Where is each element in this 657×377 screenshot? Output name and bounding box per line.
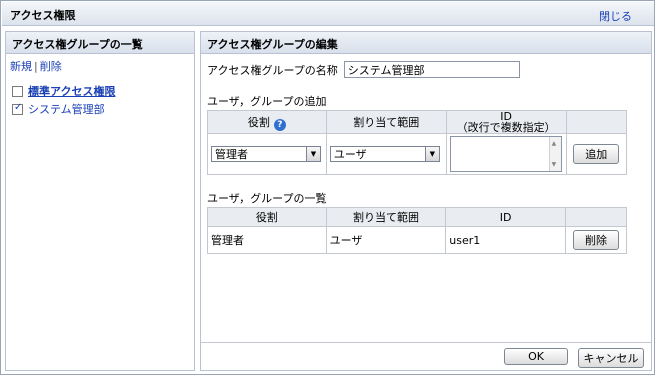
group-list: 標準アクセス権限 システム管理部 <box>6 78 194 122</box>
scroll-up-icon[interactable]: ▲ <box>552 140 557 147</box>
delete-row-button[interactable]: 削除 <box>573 230 619 250</box>
col-header-action <box>565 110 628 134</box>
list-col-header-id: ID <box>445 207 566 227</box>
role-cell: 管理者 ▼ <box>207 133 327 175</box>
add-section-label: ユーザ，グループの追加 <box>207 95 327 108</box>
id-textarea[interactable]: ▲ ▼ <box>449 136 562 172</box>
role-select[interactable]: 管理者 ▼ <box>211 146 321 162</box>
group-label[interactable]: システム管理部 <box>28 101 105 117</box>
scope-select-value: ユーザ <box>333 148 367 161</box>
col-id-note: （改行で複数指定） <box>456 121 556 134</box>
col-header-scope: 割り当て範囲 <box>325 110 447 134</box>
window-title: アクセス権限 <box>10 9 76 22</box>
row-id: user1 <box>445 226 566 254</box>
group-name-field: アクセス権グループの名称 <box>207 61 520 78</box>
user-list-table: 役割 割り当て範囲 ID 管理者 ユーザ user1 削除 <box>207 207 627 254</box>
group-list-actions: 新規 | 削除 <box>6 54 194 78</box>
close-link[interactable]: 閉じる <box>599 8 632 24</box>
link-separator: | <box>34 60 38 73</box>
group-list-pane: アクセス権グループの一覧 新規|削除 標準アクセス権限 システム管理部 <box>5 31 195 371</box>
group-name-label: アクセス権グループの名称 <box>207 63 338 77</box>
group-checkbox[interactable] <box>12 102 23 115</box>
group-checkbox[interactable] <box>12 85 23 97</box>
cancel-button[interactable]: キャンセル <box>578 348 644 368</box>
group-label[interactable]: 標準アクセス権限 <box>28 83 115 99</box>
table-row: 管理者 ユーザ user1 削除 <box>207 226 627 254</box>
chevron-down-icon[interactable]: ▼ <box>306 147 320 161</box>
scope-cell: ユーザ ▼ <box>325 133 447 175</box>
scope-select[interactable]: ユーザ ▼ <box>329 146 440 162</box>
group-item-standard[interactable]: 標準アクセス権限 <box>12 82 188 100</box>
add-button[interactable]: 追加 <box>573 144 620 164</box>
id-cell: ▲ ▼ <box>445 133 567 175</box>
list-col-header-scope: 割り当て範囲 <box>325 207 447 227</box>
add-user-table: 役割? 割り当て範囲 ID （改行で複数指定） 管理者 ▼ ユーザ ▼ ▲ ▼ … <box>207 110 628 175</box>
list-col-header-action <box>565 207 627 227</box>
row-scope: ユーザ <box>325 226 447 254</box>
group-edit-pane: アクセス権グループの編集 アクセス権グループの名称 ユーザ，グループの追加 役割… <box>200 31 652 371</box>
add-action-cell: 追加 <box>565 133 628 175</box>
group-item-system-admin[interactable]: システム管理部 <box>12 100 188 118</box>
ok-button[interactable]: OK <box>504 348 568 365</box>
new-group-link[interactable]: 新規 <box>10 60 32 73</box>
group-list-header: アクセス権グループの一覧 <box>6 32 194 54</box>
col-header-role: 役割? <box>207 110 327 134</box>
row-action-cell: 削除 <box>565 226 627 254</box>
access-rights-window: アクセス権限 閉じる アクセス権グループの一覧 新規|削除 標準アクセス権限 シ… <box>0 0 655 375</box>
scroll-down-icon[interactable]: ▼ <box>552 161 557 168</box>
textarea-scrollbar[interactable]: ▲ ▼ <box>548 137 561 171</box>
group-edit-header: アクセス権グループの編集 <box>201 32 651 54</box>
role-select-value: 管理者 <box>215 148 248 161</box>
col-header-id: ID （改行で複数指定） <box>445 110 567 134</box>
delete-group-link[interactable]: 削除 <box>40 60 62 73</box>
row-role: 管理者 <box>207 226 327 254</box>
help-icon[interactable]: ? <box>273 118 286 131</box>
list-col-header-role: 役割 <box>207 207 327 227</box>
col-role-text: 役割 <box>247 115 270 129</box>
group-name-input[interactable] <box>343 61 520 78</box>
chevron-down-icon[interactable]: ▼ <box>424 147 439 161</box>
dialog-footer: OK キャンセル <box>201 342 651 370</box>
title-bar: アクセス権限 閉じる <box>2 2 654 26</box>
list-section-label: ユーザ，グループの一覧 <box>207 192 327 205</box>
